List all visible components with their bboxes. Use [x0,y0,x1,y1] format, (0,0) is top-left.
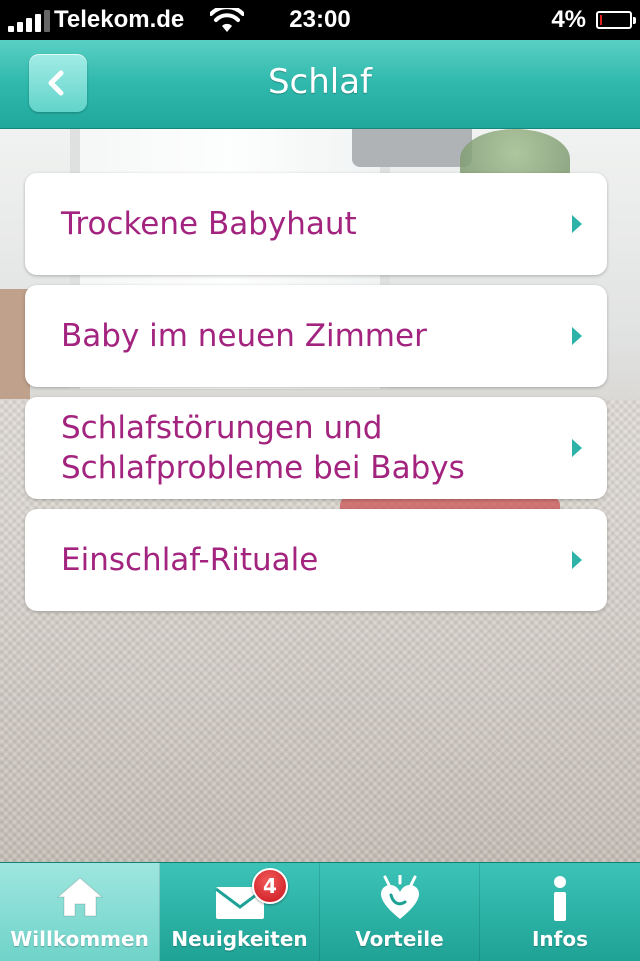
list-item[interactable]: Einschlaf-Rituale [25,509,607,611]
tab-label: Willkommen [10,927,149,951]
list-item-label: Schlafstörungen und Schlafprobleme bei B… [61,410,465,486]
tab-vorteile[interactable]: Vorteile [320,863,480,961]
battery-icon [596,11,636,29]
battery-percent: 4% [551,6,586,33]
notification-badge: 4 [252,868,288,904]
chevron-right-icon [572,215,582,233]
list-item-label: Einschlaf-Rituale [61,542,319,578]
chevron-right-icon [572,327,582,345]
tab-label: Neuigkeiten [171,927,308,951]
list-item-label: Baby im neuen Zimmer [61,318,427,354]
page-title: Schlaf [267,62,373,102]
tab-label: Infos [531,927,589,951]
chevron-right-icon [572,439,582,457]
list-item[interactable]: Trockene Babyhaut [25,173,607,275]
clock: 23:00 [289,6,351,33]
status-bar: Telekom.de 23:00 4% [0,0,640,40]
tab-neuigkeiten[interactable]: 4 Neuigkeiten [160,863,320,961]
heart-icon [380,875,419,919]
list-item-label: Trockene Babyhaut [61,206,357,242]
tab-infos[interactable]: Infos [480,863,640,961]
tab-label: Vorteile [355,927,444,951]
battery-level [600,15,602,25]
tab-willkommen[interactable]: Willkommen [0,863,160,961]
tab-bar: Willkommen 4 Neuigkeiten Vorteile Infos [0,862,640,961]
list-item[interactable]: Schlafstörungen und Schlafprobleme bei B… [25,397,607,499]
home-icon [56,877,103,917]
navigation-bar: Schlaf [0,40,640,129]
info-icon [554,876,566,921]
list-item[interactable]: Baby im neuen Zimmer [25,285,607,387]
content-area: Trockene Babyhaut Baby im neuen Zimmer S… [0,129,640,862]
chevron-right-icon [572,551,582,569]
